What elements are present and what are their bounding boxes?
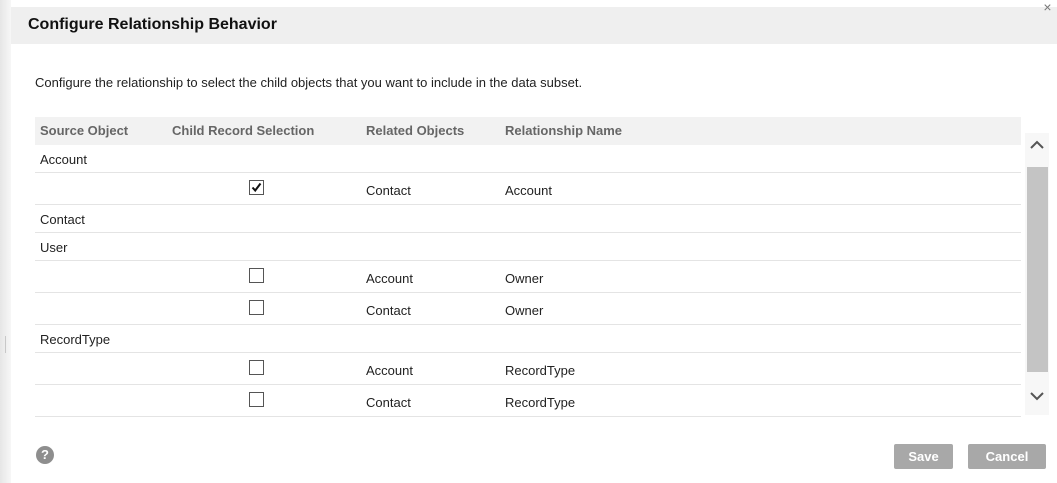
checkmark-icon	[251, 182, 262, 193]
relationship-row: Account RecordType	[35, 353, 1021, 385]
source-object-row: Contact	[35, 205, 1021, 233]
table-header: Source Object Child Record Selection Rel…	[35, 117, 1021, 145]
scrollbar-thumb[interactable]	[1027, 167, 1048, 372]
relationship-name: Owner	[505, 271, 544, 286]
child-record-checkbox[interactable]	[249, 268, 264, 283]
source-object-row: RecordType	[35, 325, 1021, 353]
child-record-checkbox[interactable]	[249, 180, 264, 195]
related-object-name: Account	[366, 271, 413, 286]
relationship-name: Account	[505, 183, 552, 198]
child-record-checkbox[interactable]	[249, 392, 264, 407]
configure-relationship-dialog: Configure Relationship Behavior × Config…	[0, 0, 1057, 483]
background-edge-mark	[5, 336, 6, 353]
relationship-row: Contact RecordType	[35, 385, 1021, 417]
relationship-name: Owner	[505, 303, 544, 318]
dialog-description: Configure the relationship to select the…	[35, 75, 583, 90]
chevron-down-icon[interactable]	[1025, 385, 1049, 407]
table-scrollbar[interactable]	[1025, 133, 1049, 415]
source-object-name: Contact	[40, 212, 85, 227]
column-header-child-record-selection: Child Record Selection	[172, 123, 315, 138]
save-button[interactable]: Save	[894, 444, 953, 469]
column-header-relationship-name: Relationship Name	[505, 123, 623, 138]
source-object-name: User	[40, 240, 68, 255]
related-object-name: Contact	[366, 303, 411, 318]
close-icon[interactable]: ×	[1038, 0, 1057, 18]
relationship-row: Contact Owner	[35, 293, 1021, 325]
question-circle-icon[interactable]: ?	[36, 446, 54, 464]
related-object-name: Contact	[366, 183, 411, 198]
column-header-source-object: Source Object	[40, 123, 129, 138]
relationship-name: RecordType	[505, 395, 576, 410]
related-object-name: Account	[366, 363, 413, 378]
column-header-related-objects: Related Objects	[366, 123, 465, 138]
relationship-name: RecordType	[505, 363, 576, 378]
source-object-row: User	[35, 233, 1021, 261]
relationship-row: Account Owner	[35, 261, 1021, 293]
background-edge	[0, 0, 11, 483]
dialog-title: Configure Relationship Behavior	[28, 16, 277, 33]
child-record-checkbox[interactable]	[249, 300, 264, 315]
chevron-up-icon[interactable]	[1025, 133, 1049, 155]
relationship-row: Contact Account	[35, 173, 1021, 205]
cancel-button[interactable]: Cancel	[968, 444, 1046, 469]
source-object-name: Account	[40, 152, 87, 167]
dialog-header: Configure Relationship Behavior	[11, 7, 1057, 44]
child-record-checkbox[interactable]	[249, 360, 264, 375]
related-object-name: Contact	[366, 395, 411, 410]
relationship-table-body: Account Contact Account Contact User Account O…	[35, 145, 1021, 417]
source-object-row: Account	[35, 145, 1021, 173]
source-object-name: RecordType	[40, 332, 111, 347]
